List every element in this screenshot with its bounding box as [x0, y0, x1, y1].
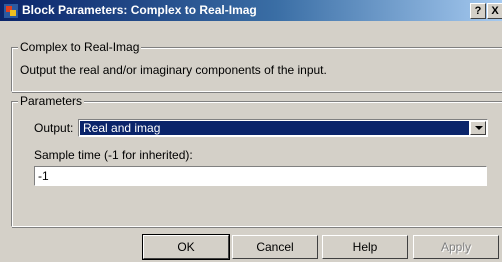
cancel-button[interactable]: Cancel [232, 235, 318, 259]
help-titlebar-button[interactable]: ? [470, 3, 486, 19]
block-description: Output the real and/or imaginary compone… [20, 63, 327, 77]
output-select[interactable]: Real and imag [78, 119, 488, 137]
output-label: Output: [34, 121, 74, 135]
sample-time-label: Sample time (-1 for inherited): [34, 148, 193, 162]
parameters-group-label: Parameters [18, 94, 85, 108]
close-button[interactable]: X [487, 3, 502, 19]
window-title: Block Parameters: Complex to Real-Imag [22, 3, 257, 17]
help-button[interactable]: Help [322, 235, 408, 259]
apply-button[interactable]: Apply [413, 235, 499, 259]
ok-button[interactable]: OK [142, 234, 230, 260]
description-group-label: Complex to Real-Imag [18, 40, 142, 54]
output-select-value: Real and imag [80, 121, 469, 135]
simulink-block-icon [4, 4, 18, 18]
title-bar[interactable]: Block Parameters: Complex to Real-Imag ?… [0, 0, 502, 21]
sample-time-input[interactable]: -1 [34, 166, 487, 186]
chevron-down-icon[interactable] [470, 121, 486, 135]
